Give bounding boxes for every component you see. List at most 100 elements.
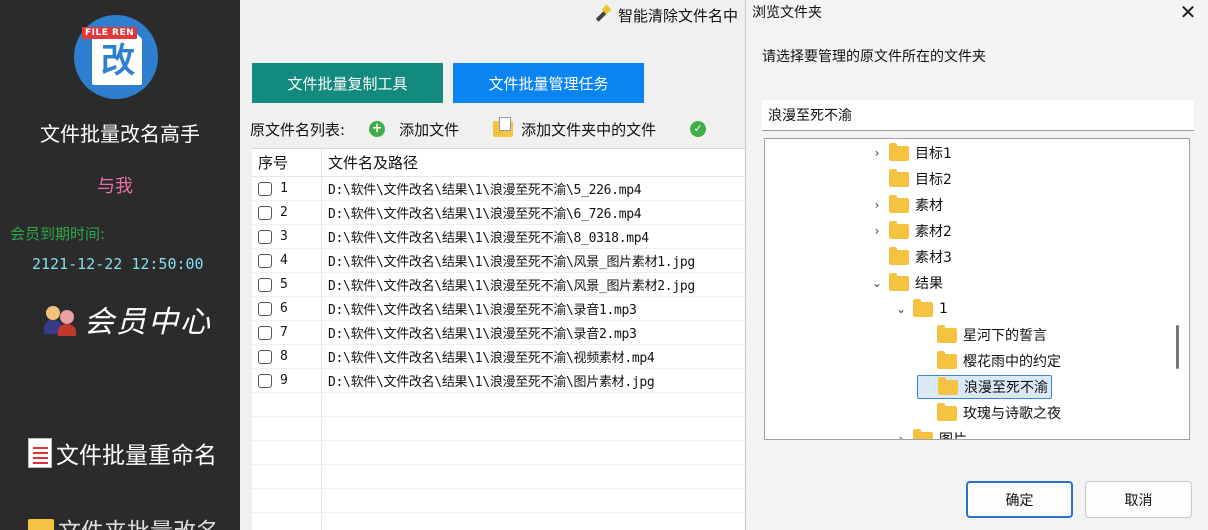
folder-icon	[889, 220, 909, 239]
row-path: D:\软件\文件改名\结果\1\浪漫至死不渝\6_726.mp4	[328, 207, 642, 222]
tree-node-label: 素材2	[915, 224, 952, 240]
tree-scrollbar[interactable]	[1176, 325, 1179, 369]
folder-icon	[889, 194, 909, 213]
tree-node[interactable]: 星河下的誓言	[917, 323, 1047, 347]
tree-node-label: 图片	[939, 432, 967, 440]
row-index-cell: 7	[252, 321, 322, 344]
tree-node[interactable]: › 目标1	[869, 141, 952, 165]
row-path: D:\软件\文件改名\结果\1\浪漫至死不渝\8_0318.mp4	[328, 231, 649, 246]
tree-node[interactable]: 目标2	[869, 167, 952, 191]
nav-batch-rename[interactable]: 文件批量重命名	[28, 436, 217, 470]
table-row[interactable]: 7 D:\软件\文件改名\结果\1\浪漫至死不渝\录音2.mp3	[252, 321, 745, 345]
table-row[interactable]: 1 D:\软件\文件改名\结果\1\浪漫至死不渝\5_226.mp4	[252, 177, 745, 201]
nav-folder-rename-label: 文件夹批量改名	[58, 512, 219, 530]
table-row[interactable]: 9 D:\软件\文件改名\结果\1\浪漫至死不渝\图片素材.jpg	[252, 369, 745, 393]
file-list-toolbar: 原文件名列表: + 添加文件 添加文件夹中的文件 ✓	[250, 117, 707, 140]
tree-node-label: 素材	[915, 198, 943, 214]
table-row[interactable]: 2 D:\软件\文件改名\结果\1\浪漫至死不渝\6_726.mp4	[252, 201, 745, 225]
row-checkbox[interactable]	[258, 325, 272, 340]
folder-path-input[interactable]	[762, 100, 1194, 131]
tree-node[interactable]: 浪漫至死不渝	[917, 375, 1052, 399]
folder-icon	[937, 350, 957, 369]
row-index-cell: 8	[252, 345, 322, 368]
tree-node[interactable]: 素材3	[869, 245, 952, 269]
empty-row	[252, 465, 745, 489]
row-checkbox[interactable]	[258, 229, 272, 244]
row-path: D:\软件\文件改名\结果\1\浪漫至死不渝\录音1.mp3	[328, 303, 637, 318]
add-folder-files-button[interactable]: 添加文件夹中的文件	[521, 119, 656, 140]
row-index: 2	[280, 205, 288, 220]
member-center-label: 会员中心	[84, 305, 212, 340]
row-index-cell: 2	[252, 201, 322, 224]
empty-row	[252, 513, 745, 530]
tree-node[interactable]: 樱花雨中的约定	[917, 349, 1061, 373]
browse-folder-dialog: 浏览文件夹 ✕ 请选择要管理的原文件所在的文件夹 › 目标1 目标2 › 素材 › 素材2 素…	[745, 0, 1208, 530]
folder-icon	[937, 324, 957, 343]
tree-node[interactable]: ⌄ 结果	[869, 271, 943, 295]
row-index: 7	[280, 325, 288, 340]
row-index: 1	[280, 181, 288, 196]
empty-row	[252, 489, 745, 513]
dialog-title: 浏览文件夹	[752, 5, 822, 21]
document-icon	[28, 438, 52, 468]
tree-node[interactable]: ⌄ 1	[893, 297, 948, 321]
tree-node[interactable]: 玫瑰与诗歌之夜	[917, 401, 1061, 425]
table-row[interactable]: 8 D:\软件\文件改名\结果\1\浪漫至死不渝\视频素材.mp4	[252, 345, 745, 369]
col-index-header: 序号	[252, 149, 322, 176]
chevron-icon[interactable]: ›	[869, 146, 885, 160]
nav-folder-rename[interactable]: 文件夹批量改名	[28, 512, 219, 530]
col-path-header: 文件名及路径	[328, 154, 419, 172]
member-center-button[interactable]: 会员中心	[44, 297, 212, 341]
check-icon[interactable]: ✓	[690, 121, 707, 137]
add-file-button[interactable]: 添加文件	[399, 119, 459, 140]
row-index: 5	[280, 277, 288, 292]
file-table: 序号 文件名及路径 1 D:\软件\文件改名\结果\1\浪漫至死不渝\5_226.…	[252, 148, 745, 530]
table-row[interactable]: 5 D:\软件\文件改名\结果\1\浪漫至死不渝\风景_图片素材2.jpg	[252, 273, 745, 297]
row-checkbox[interactable]	[258, 253, 272, 268]
feature-title: 智能清除文件名中	[592, 2, 745, 28]
table-row[interactable]: 6 D:\软件\文件改名\结果\1\浪漫至死不渝\录音1.mp3	[252, 297, 745, 321]
sidebar: FILE REN 改 文件批量改名高手 与我 会员到期时间: 2121-12-2…	[0, 0, 240, 530]
logo-tag: FILE REN	[82, 27, 138, 39]
folder-icon	[889, 142, 909, 161]
row-checkbox[interactable]	[258, 301, 272, 316]
folder-icon	[938, 376, 958, 395]
chevron-icon[interactable]: ⌄	[869, 276, 885, 290]
batch-manage-task-button[interactable]: 文件批量管理任务	[453, 63, 644, 103]
row-checkbox[interactable]	[258, 181, 272, 196]
chevron-icon[interactable]: ›	[869, 224, 885, 238]
row-index: 6	[280, 301, 288, 316]
tree-node[interactable]: › 素材	[869, 193, 943, 217]
row-index: 8	[280, 349, 288, 364]
table-row[interactable]: 3 D:\软件\文件改名\结果\1\浪漫至死不渝\8_0318.mp4	[252, 225, 745, 249]
tree-node[interactable]: › 图片	[893, 427, 967, 440]
folder-tree[interactable]: › 目标1 目标2 › 素材 › 素材2 素材3 ⌄ 结果 ⌄ 1 星河下的誓言樱花雨中的约定浪漫至死不…	[764, 138, 1190, 440]
row-path: D:\软件\文件改名\结果\1\浪漫至死不渝\5_226.mp4	[328, 183, 642, 198]
chevron-icon[interactable]: ›	[869, 198, 885, 212]
chevron-icon[interactable]: ⌄	[893, 302, 909, 316]
tree-node-label: 结果	[915, 276, 943, 292]
row-index: 3	[280, 229, 288, 244]
row-index-cell: 4	[252, 249, 322, 272]
empty-row	[252, 417, 745, 441]
row-checkbox[interactable]	[258, 205, 272, 220]
table-row[interactable]: 4 D:\软件\文件改名\结果\1\浪漫至死不渝\风景_图片素材1.jpg	[252, 249, 745, 273]
tree-node-label: 樱花雨中的约定	[963, 354, 1061, 370]
dialog-prompt: 请选择要管理的原文件所在的文件夹	[762, 49, 986, 65]
cancel-button[interactable]: 取消	[1085, 481, 1192, 518]
batch-copy-tool-button[interactable]: 文件批量复制工具	[252, 63, 443, 103]
row-path: D:\软件\文件改名\结果\1\浪漫至死不渝\录音2.mp3	[328, 327, 637, 342]
tree-node-label: 玫瑰与诗歌之夜	[963, 406, 1061, 422]
row-checkbox[interactable]	[258, 349, 272, 364]
tree-node[interactable]: › 素材2	[869, 219, 952, 243]
user-name: 与我	[97, 176, 133, 197]
ok-button[interactable]: 确定	[966, 481, 1073, 518]
chevron-icon[interactable]: ›	[893, 432, 909, 439]
close-icon[interactable]: ✕	[1178, 2, 1198, 22]
row-checkbox[interactable]	[258, 373, 272, 388]
row-checkbox[interactable]	[258, 277, 272, 292]
app-title: 文件批量改名高手	[40, 122, 200, 146]
magic-wand-icon	[592, 6, 610, 24]
row-path: D:\软件\文件改名\结果\1\浪漫至死不渝\风景_图片素材2.jpg	[328, 279, 695, 294]
tree-node-label: 目标2	[915, 172, 952, 188]
